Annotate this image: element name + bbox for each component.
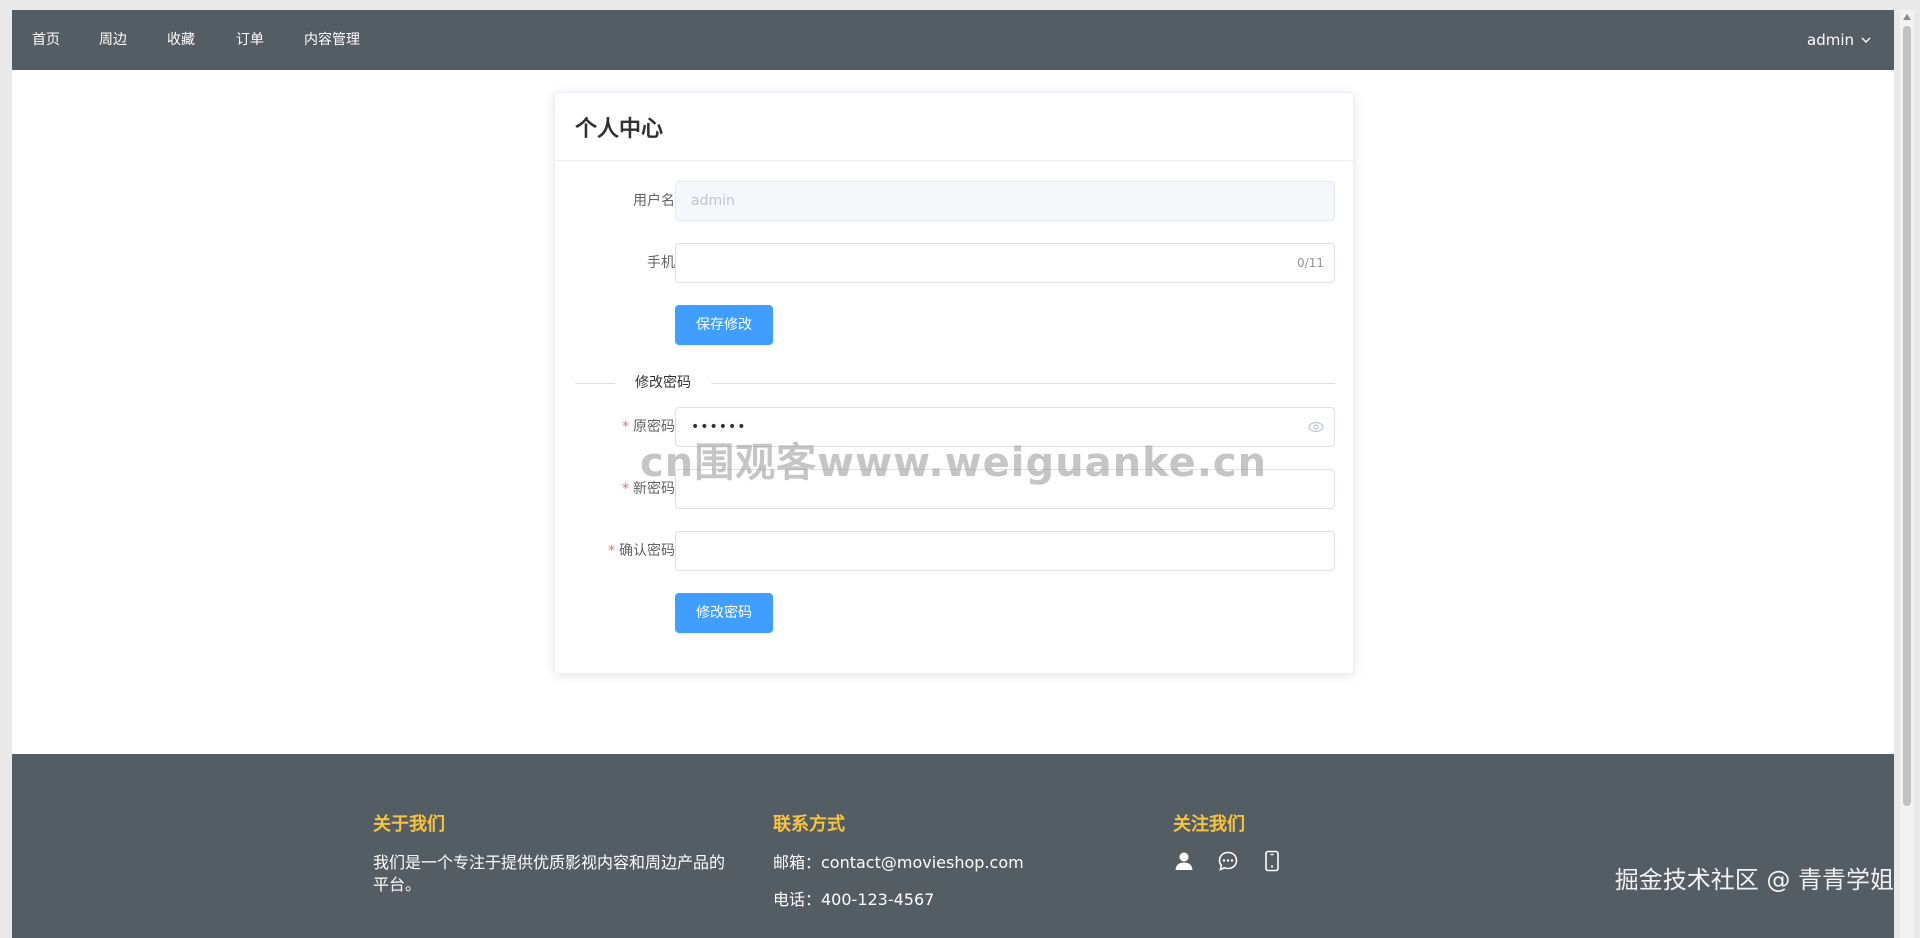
user-icon[interactable] xyxy=(1173,850,1195,872)
scroll-up-arrow-icon[interactable] xyxy=(1903,14,1911,20)
credit-watermark: 掘金技术社区 @ 青青学姐 xyxy=(1614,866,1894,894)
card-header: 个人中心 xyxy=(555,93,1353,161)
chevron-down-icon xyxy=(1861,37,1871,43)
nav-item-home[interactable]: 首页 xyxy=(32,10,60,70)
password-divider: 修改密码 xyxy=(575,373,1335,393)
watermark: cn围观客www.weiguanke.cn xyxy=(640,440,1268,486)
about-title: 关于我们 xyxy=(373,814,445,835)
page-title: 个人中心 xyxy=(575,116,664,142)
confirm-password-row: * 确认密码 xyxy=(555,531,1355,571)
username-field: admin xyxy=(675,181,1335,221)
change-password-button[interactable]: 修改密码 xyxy=(675,593,773,633)
profile-card: 个人中心 用户名 admin 手机 0/11 保存修改 修改密码 * 原密码 ••… xyxy=(554,92,1354,674)
save-button[interactable]: 保存修改 xyxy=(675,305,773,345)
nav-item-content-management[interactable]: 内容管理 xyxy=(304,10,360,70)
about-text: 我们是一个专注于提供优质影视内容和周边产品的平台。 xyxy=(373,853,726,894)
nav-item-orders[interactable]: 订单 xyxy=(236,10,264,70)
scroll-thumb[interactable] xyxy=(1903,26,1911,806)
phone-label: 手机 xyxy=(647,255,675,271)
chat-icon[interactable] xyxy=(1217,850,1239,872)
nav-item-merch[interactable]: 周边 xyxy=(99,10,127,70)
top-nav: 首页 周边 收藏 订单 内容管理 admin xyxy=(12,10,1894,70)
user-dropdown[interactable]: admin xyxy=(1807,10,1872,70)
follow-title: 关注我们 xyxy=(1173,814,1245,835)
user-name: admin xyxy=(1807,31,1854,49)
page-frame: 首页 周边 收藏 订单 内容管理 admin 个人中心 用户名 admin 手机… xyxy=(12,10,1894,938)
phone-char-counter: 0/11 xyxy=(1297,256,1324,270)
required-mark: * xyxy=(608,543,615,559)
confirm-password-field[interactable] xyxy=(675,531,1335,571)
confirm-password-label-text: 确认密码 xyxy=(619,543,675,559)
divider-text: 修改密码 xyxy=(615,373,711,393)
mobile-icon[interactable] xyxy=(1261,850,1283,872)
contact-phone: 电话：400-123-4567 xyxy=(773,890,935,909)
contact-email: 邮箱：contact@movieshop.com xyxy=(773,853,1024,872)
confirm-password-label: * 确认密码 xyxy=(575,531,675,571)
required-mark: * xyxy=(622,481,629,497)
social-icons xyxy=(1173,850,1283,872)
footer: 关于我们 我们是一个专注于提供优质影视内容和周边产品的平台。 联系方式 邮箱：c… xyxy=(12,754,1894,938)
nav-item-favorites[interactable]: 收藏 xyxy=(167,10,195,70)
eye-icon[interactable] xyxy=(1308,420,1324,434)
username-row: 用户名 admin xyxy=(555,181,1355,221)
contact-title: 联系方式 xyxy=(773,814,845,835)
required-mark: * xyxy=(622,419,629,435)
vertical-scrollbar[interactable] xyxy=(1900,10,1914,938)
phone-row: 手机 0/11 xyxy=(555,243,1355,283)
username-label: 用户名 xyxy=(633,193,675,209)
phone-field[interactable]: 0/11 xyxy=(675,243,1335,283)
